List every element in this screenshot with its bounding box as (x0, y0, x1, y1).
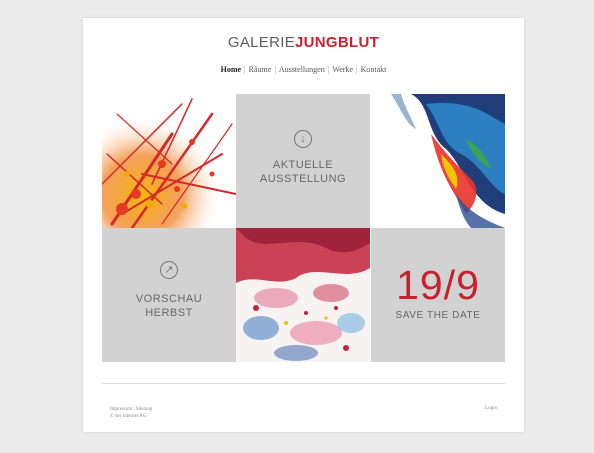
artwork-red-splatter-graphic (102, 94, 236, 228)
footer-divider (102, 383, 505, 384)
footer-separator: | (133, 407, 135, 412)
nav-separator: | (327, 65, 330, 74)
save-the-date-label: SAVE THE DATE (395, 310, 481, 321)
current-exhibition-line2: AUSSTELLUNG (259, 173, 347, 185)
nav-item-ausstellungen[interactable]: Ausstellungen (279, 65, 325, 74)
nav-separator: | (244, 65, 246, 74)
copyright-text: © der Internet AG (110, 414, 147, 419)
tile-grid: ↓ AKTUELLE AUSSTELLUNG ↗ VORSCHAU HERBST… (102, 94, 505, 362)
nav-item-werke[interactable]: Werke (332, 65, 353, 74)
current-exhibition-caption: AKTUELLE AUSSTELLUNG (236, 158, 370, 186)
artwork-watercolor-blue-image[interactable] (371, 94, 505, 228)
imprint-link[interactable]: Impressum (110, 407, 132, 412)
login-link[interactable]: Login (485, 406, 497, 411)
save-the-date-tile[interactable]: 19/9 SAVE THE DATE (371, 228, 505, 362)
logo-text-bold: JUNGBLUT (295, 34, 380, 51)
main-nav: Home | Räume | Ausstellungen | Werke | Kontakt (83, 65, 524, 74)
nav-separator: | (356, 65, 358, 74)
artwork-watercolor-pink-image[interactable] (236, 228, 370, 362)
sitemap-link[interactable]: Sitemap (136, 407, 152, 412)
preview-line2: HERBST (145, 307, 193, 319)
preview-autumn-tile[interactable]: ↗ VORSCHAU HERBST (102, 228, 236, 362)
current-exhibition-tile[interactable]: ↓ AKTUELLE AUSSTELLUNG (236, 94, 370, 228)
current-exhibition-line1: AKTUELLE (272, 159, 334, 171)
preview-line1: VORSCHAU (135, 293, 203, 305)
nav-separator: | (274, 65, 276, 74)
artwork-watercolor-blue-graphic (391, 94, 505, 228)
footer-links: Impressum | Sitemap © der Internet AG (110, 406, 152, 420)
artwork-watercolor-pink-graphic (236, 228, 370, 361)
event-date: 19/9 (396, 262, 480, 308)
page-container: GALERIEJUNGBLUT Home | Räume | Ausstellungen… (83, 18, 524, 432)
nav-item-home[interactable]: Home (221, 65, 241, 74)
artwork-red-splatter-image[interactable] (102, 94, 236, 228)
preview-autumn-caption: VORSCHAU HERBST (102, 292, 236, 320)
arrow-up-right-circle-icon: ↗ (160, 261, 178, 279)
nav-item-kontakt[interactable]: Kontakt (361, 65, 387, 74)
nav-item-raeume[interactable]: Räume (249, 65, 272, 74)
arrow-down-circle-icon: ↓ (294, 130, 312, 148)
site-logo[interactable]: GALERIEJUNGBLUT (83, 34, 524, 51)
logo-text-light: GALERIE (227, 34, 296, 51)
